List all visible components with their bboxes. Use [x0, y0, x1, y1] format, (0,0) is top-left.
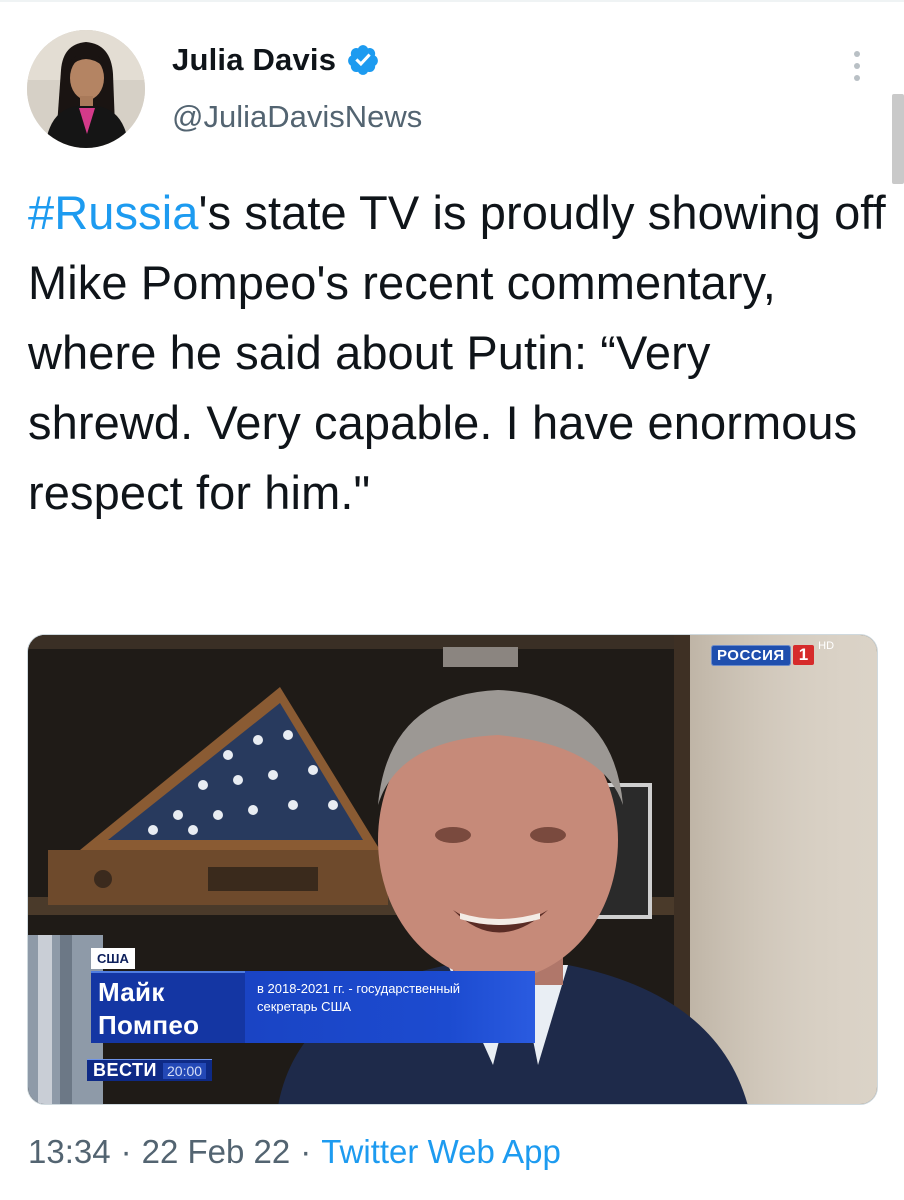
description-line-2: секретарь США	[257, 999, 352, 1014]
tweet-meta: 13:34 · 22 Feb 22 · Twitter Web App	[28, 1133, 561, 1171]
hashtag-link[interactable]: #Russia	[28, 186, 199, 239]
lower-third-first-name: Майк	[98, 977, 165, 1007]
avatar[interactable]	[27, 30, 145, 148]
channel-number: 1	[792, 645, 815, 665]
meta-separator: ·	[120, 1133, 132, 1170]
lower-third-last-name: Помпео	[98, 1010, 200, 1040]
lower-third-name: Майк Помпео	[91, 971, 245, 1043]
tweet-page: Julia Davis @JuliaDavisNews #Russia's st…	[0, 0, 904, 1200]
tweet-time[interactable]: 13:34	[28, 1133, 111, 1171]
meta-separator: ·	[300, 1133, 312, 1170]
description-line-1: в 2018-2021 гг. - государственный	[257, 981, 461, 996]
verified-badge-icon	[348, 45, 379, 75]
channel-name: РОССИЯ	[711, 644, 791, 666]
channel-hd-badge: HD	[818, 640, 835, 652]
program-time: 20:00	[163, 1062, 207, 1079]
tweet-text: #Russia's state TV is proudly showing of…	[28, 178, 888, 528]
tweet-source-link[interactable]: Twitter Web App	[321, 1133, 561, 1171]
program-name: ВЕСТИ	[93, 1060, 157, 1080]
channel-logo: РОССИЯ 1 HD	[711, 640, 835, 668]
tweet-date[interactable]: 22 Feb 22	[142, 1133, 291, 1171]
top-divider	[0, 0, 904, 2]
country-tag: США	[91, 948, 135, 969]
display-name[interactable]: Julia Davis	[172, 42, 336, 78]
more-vertical-icon[interactable]	[846, 46, 868, 86]
scrollbar-thumb[interactable]	[892, 94, 904, 184]
tweet-media[interactable]: РОССИЯ 1 HD США Майк Помпео в 2018-2021 …	[27, 634, 878, 1105]
author-handle[interactable]: @JuliaDavisNews	[172, 99, 422, 135]
lower-third-description: в 2018-2021 гг. - государственный секрет…	[245, 971, 535, 1043]
avatar-image	[27, 30, 145, 148]
author-name-row: Julia Davis	[172, 42, 380, 78]
program-badge: ВЕСТИ 20:00	[87, 1059, 213, 1081]
